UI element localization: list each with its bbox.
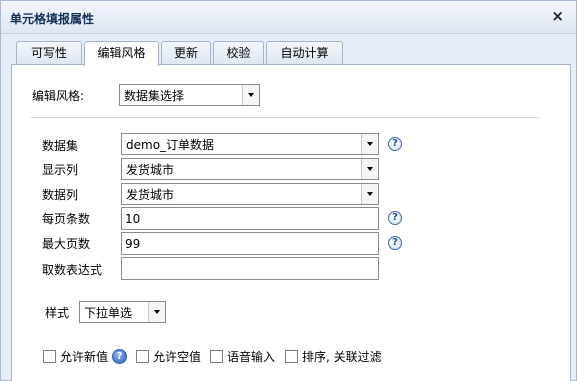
dataset-value: demo_订单数据 <box>126 138 215 152</box>
max-pages-input[interactable] <box>121 232 379 255</box>
voice-input-label: 语音输入 <box>227 350 276 364</box>
chevron-down-icon[interactable] <box>361 159 378 179</box>
allow-empty-checkbox[interactable] <box>136 350 149 363</box>
help-icon[interactable]: ? <box>388 137 402 151</box>
tab-update[interactable]: 更新 <box>161 41 211 65</box>
fetch-expression-label: 取数表达式 <box>42 263 103 277</box>
sort-filter-label: 排序, 关联过滤 <box>302 350 382 364</box>
sort-filter-checkbox[interactable] <box>285 350 298 363</box>
voice-input-checkbox[interactable] <box>210 350 223 363</box>
dataset-label: 数据集 <box>42 139 79 153</box>
page-size-input[interactable] <box>121 207 379 230</box>
data-column-label: 数据列 <box>42 188 79 202</box>
help-icon[interactable]: ? <box>388 236 402 250</box>
edit-style-value: 数据集选择 <box>124 89 185 103</box>
tab-writable[interactable]: 可写性 <box>16 41 82 65</box>
allow-empty-label: 允许空值 <box>153 350 202 364</box>
dataset-select[interactable]: demo_订单数据 <box>121 133 379 155</box>
style-label: 样式 <box>45 306 70 320</box>
edit-style-select[interactable]: 数据集选择 <box>119 84 260 106</box>
help-icon[interactable]: ? <box>112 349 127 364</box>
allow-new-checkbox[interactable] <box>43 350 56 363</box>
allow-new-label: 允许新值 <box>60 350 109 364</box>
data-column-select[interactable]: 发货城市 <box>121 183 379 205</box>
title-bar: 单元格填报属性 × <box>1 1 576 34</box>
display-column-label: 显示列 <box>42 163 79 177</box>
chevron-down-icon[interactable] <box>361 134 378 154</box>
dialog-title: 单元格填报属性 <box>10 12 95 26</box>
close-icon[interactable]: × <box>551 8 564 24</box>
edit-style-label: 编辑风格: <box>32 89 85 103</box>
fetch-expression-input[interactable] <box>121 257 379 280</box>
tab-edit-style[interactable]: 编辑风格 <box>84 41 159 66</box>
chevron-down-icon[interactable] <box>361 184 378 204</box>
style-value: 下拉单选 <box>84 306 133 320</box>
display-column-value: 发货城市 <box>126 163 175 177</box>
page-size-label: 每页条数 <box>42 212 91 226</box>
tab-auto-calc[interactable]: 自动计算 <box>266 41 343 65</box>
chevron-down-icon[interactable] <box>148 302 165 322</box>
tab-validation[interactable]: 校验 <box>213 41 264 65</box>
chevron-down-icon[interactable] <box>242 85 259 105</box>
display-column-select[interactable]: 发货城市 <box>121 158 379 180</box>
max-pages-label: 最大页数 <box>42 237 91 251</box>
data-column-value: 发货城市 <box>126 188 175 202</box>
section-divider <box>31 117 539 118</box>
help-icon[interactable]: ? <box>388 211 402 225</box>
cell-fill-properties-dialog: 单元格填报属性 × 可写性 编辑风格 更新 校验 自动计算 编辑风格: 数据集选… <box>0 0 577 381</box>
style-select[interactable]: 下拉单选 <box>79 301 166 323</box>
